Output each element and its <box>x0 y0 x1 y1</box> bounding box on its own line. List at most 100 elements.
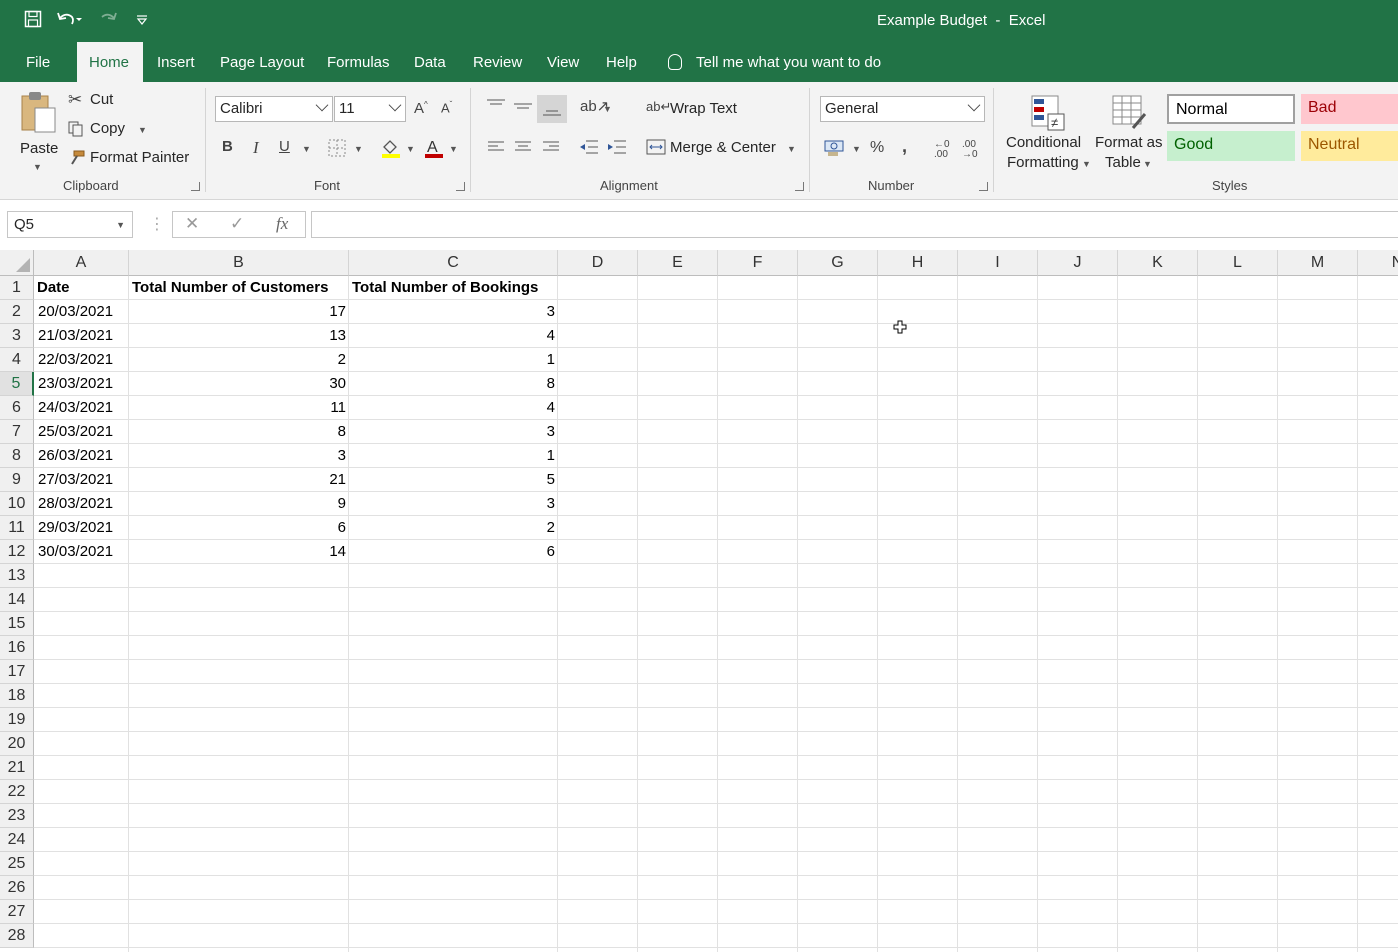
copy-button[interactable]: Copy ▼ <box>68 119 150 141</box>
column-header-i[interactable]: I <box>958 250 1038 276</box>
data-cell[interactable]: 2 <box>349 516 558 540</box>
font-family-select[interactable]: Calibri <box>215 96 333 122</box>
row-header-2[interactable]: 2 <box>0 300 34 324</box>
row-header-9[interactable]: 9 <box>0 468 34 492</box>
data-cell[interactable]: 13 <box>129 324 349 348</box>
column-header-l[interactable]: L <box>1198 250 1278 276</box>
comma-style-icon[interactable]: , <box>902 136 907 157</box>
row-header-18[interactable]: 18 <box>0 684 34 708</box>
data-cell[interactable]: 8 <box>129 420 349 444</box>
row-header-28[interactable]: 28 <box>0 924 34 948</box>
tab-insert[interactable]: Insert <box>145 42 207 82</box>
row-header-3[interactable]: 3 <box>0 324 34 348</box>
header-cell[interactable]: Date <box>34 276 129 300</box>
fill-color-dropdown-icon[interactable]: ▼ <box>406 144 415 154</box>
fill-color-icon[interactable] <box>380 138 402 158</box>
font-size-select[interactable]: 11 <box>334 96 406 122</box>
customize-qat-icon[interactable] <box>136 13 148 31</box>
row-header-13[interactable]: 13 <box>0 564 34 588</box>
row-header-25[interactable]: 25 <box>0 852 34 876</box>
column-header-h[interactable]: H <box>878 250 958 276</box>
data-cell[interactable]: 3 <box>349 420 558 444</box>
underline-icon[interactable]: U <box>279 138 290 155</box>
row-header-16[interactable]: 16 <box>0 636 34 660</box>
format-as-table-button[interactable]: Format as Table ▼ <box>1093 92 1163 176</box>
row-header-26[interactable]: 26 <box>0 876 34 900</box>
row-header-27[interactable]: 27 <box>0 900 34 924</box>
data-cell[interactable]: 20/03/2021 <box>34 300 129 324</box>
data-cell[interactable]: 17 <box>129 300 349 324</box>
column-header-n[interactable]: N <box>1358 250 1398 276</box>
row-header-6[interactable]: 6 <box>0 396 34 420</box>
increase-indent-icon[interactable] <box>607 139 627 155</box>
alignment-launcher-icon[interactable] <box>795 182 804 191</box>
middle-align-icon[interactable] <box>513 100 533 114</box>
data-cell[interactable]: 6 <box>349 540 558 564</box>
tab-data[interactable]: Data <box>402 42 458 82</box>
data-cell[interactable]: 4 <box>349 324 558 348</box>
column-header-e[interactable]: E <box>638 250 718 276</box>
data-cell[interactable]: 8 <box>349 372 558 396</box>
select-all-button[interactable] <box>0 250 34 276</box>
row-header-21[interactable]: 21 <box>0 756 34 780</box>
wrap-text-button[interactable]: ab↵ Wrap Text <box>646 98 746 120</box>
font-color-dropdown-icon[interactable]: ▼ <box>449 144 458 154</box>
data-cell[interactable]: 23/03/2021 <box>34 372 129 396</box>
percent-icon[interactable]: % <box>870 139 884 157</box>
align-left-icon[interactable] <box>487 140 505 154</box>
tab-view[interactable]: View <box>535 42 591 82</box>
formula-input[interactable] <box>311 211 1398 238</box>
data-cell[interactable]: 26/03/2021 <box>34 444 129 468</box>
row-header-4[interactable]: 4 <box>0 348 34 372</box>
data-cell[interactable]: 30 <box>129 372 349 396</box>
data-cell[interactable]: 6 <box>129 516 349 540</box>
paste-button[interactable]: Paste ▼ <box>14 88 60 174</box>
increase-decimal-icon[interactable]: ←0.00 <box>934 140 950 160</box>
tab-page-layout[interactable]: Page Layout <box>208 42 316 82</box>
column-header-m[interactable]: M <box>1278 250 1358 276</box>
data-cell[interactable]: 4 <box>349 396 558 420</box>
style-neutral[interactable]: Neutral <box>1301 131 1398 161</box>
column-header-f[interactable]: F <box>718 250 798 276</box>
data-cell[interactable]: 1 <box>349 444 558 468</box>
accounting-dropdown-icon[interactable]: ▼ <box>852 144 861 154</box>
tab-file[interactable]: File <box>14 42 62 82</box>
data-cell[interactable]: 2 <box>129 348 349 372</box>
save-icon[interactable] <box>24 10 42 33</box>
data-cell[interactable]: 9 <box>129 492 349 516</box>
data-cell[interactable]: 21 <box>129 468 349 492</box>
data-cell[interactable]: 11 <box>129 396 349 420</box>
header-cell[interactable]: Total Number of Bookings <box>349 276 558 300</box>
copy-dropdown-icon[interactable]: ▼ <box>138 125 147 135</box>
column-header-d[interactable]: D <box>558 250 638 276</box>
decrease-indent-icon[interactable] <box>579 139 599 155</box>
style-normal[interactable]: Normal <box>1167 94 1295 124</box>
borders-dropdown-icon[interactable]: ▼ <box>354 144 363 154</box>
bold-icon[interactable]: B <box>222 138 233 155</box>
data-cell[interactable]: 24/03/2021 <box>34 396 129 420</box>
data-cell[interactable]: 21/03/2021 <box>34 324 129 348</box>
name-box[interactable]: Q5 ▼ <box>7 211 133 238</box>
cut-button[interactable]: ✂ Cut <box>68 90 128 112</box>
column-header-a[interactable]: A <box>34 250 129 276</box>
column-header-c[interactable]: C <box>349 250 558 276</box>
data-cell[interactable]: 3 <box>129 444 349 468</box>
borders-icon[interactable] <box>328 139 346 157</box>
row-header-19[interactable]: 19 <box>0 708 34 732</box>
column-header-b[interactable]: B <box>129 250 349 276</box>
align-right-icon[interactable] <box>542 140 560 154</box>
font-launcher-icon[interactable] <box>456 182 465 191</box>
column-header-k[interactable]: K <box>1118 250 1198 276</box>
paste-dropdown-icon[interactable]: ▼ <box>33 162 42 172</box>
redo-icon[interactable] <box>96 10 122 33</box>
header-cell[interactable]: Total Number of Customers <box>129 276 349 300</box>
style-bad[interactable]: Bad <box>1301 94 1398 124</box>
tab-help[interactable]: Help <box>594 42 649 82</box>
decrease-decimal-icon[interactable]: .00 →0 <box>962 140 978 160</box>
confirm-entry-icon[interactable]: ✓ <box>230 214 244 234</box>
data-cell[interactable]: 22/03/2021 <box>34 348 129 372</box>
row-header-10[interactable]: 10 <box>0 492 34 516</box>
merge-center-button[interactable]: Merge & Center ▼ <box>646 137 798 159</box>
format-painter-button[interactable]: Format Painter <box>68 148 190 170</box>
font-color-icon[interactable]: A <box>423 137 445 159</box>
